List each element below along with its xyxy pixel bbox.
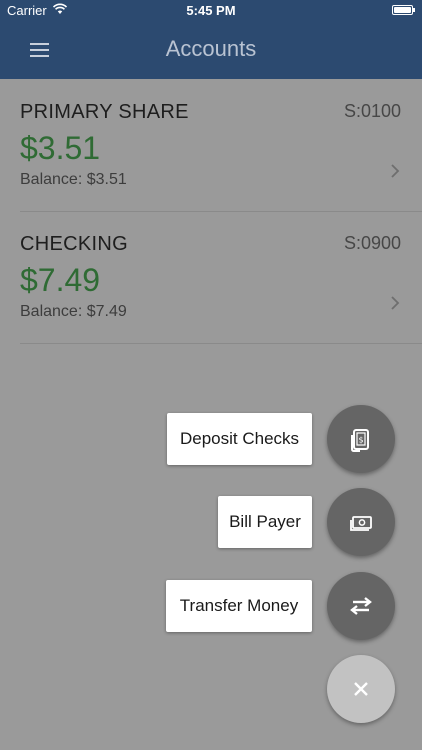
account-id: S:0100 — [343, 101, 401, 121]
accounts-screen: Carrier 5:45 PM Accounts PRIMARY SHARE S… — [0, 0, 422, 750]
account-name: PRIMARY SHARE — [20, 101, 189, 123]
bill-payer-button[interactable]: Bill Payer — [218, 496, 312, 548]
close-icon — [354, 682, 368, 696]
account-row-primary-share[interactable]: PRIMARY SHARE S:0100 $3.51 Balance: $3.5… — [0, 80, 422, 212]
account-name: CHECKING — [20, 233, 128, 255]
deposit-checks-fab[interactable]: $ — [327, 405, 395, 473]
bill-payer-fab[interactable] — [327, 488, 395, 556]
account-amount: $7.49 — [20, 262, 101, 298]
close-fab-button[interactable] — [327, 655, 395, 723]
account-row-checking[interactable]: CHECKING S:0900 $7.49 Balance: $7.49 — [0, 212, 422, 344]
transfer-money-fab[interactable] — [327, 572, 395, 640]
page-title: Accounts — [165, 36, 257, 61]
cash-icon — [350, 516, 372, 531]
status-time: 5:45 PM — [186, 3, 236, 18]
transfer-money-button[interactable]: Transfer Money — [166, 580, 312, 632]
account-balance: Balance: $3.51 — [20, 171, 127, 188]
account-amount: $3.51 — [20, 130, 101, 166]
deposit-checks-button[interactable]: Deposit Checks — [167, 413, 312, 465]
deposit-check-icon: $ — [351, 429, 369, 452]
battery-icon — [392, 5, 413, 15]
battery-tip — [413, 8, 415, 12]
transfer-arrows-icon — [350, 597, 372, 615]
status-bar: Carrier 5:45 PM — [0, 0, 422, 22]
navigation-bar: Accounts — [0, 22, 422, 79]
account-id: S:0900 — [343, 233, 401, 253]
chevron-right-icon — [391, 164, 400, 178]
divider — [20, 343, 422, 344]
chevron-right-icon — [391, 296, 400, 310]
account-balance: Balance: $7.49 — [20, 303, 127, 320]
svg-text:$: $ — [358, 436, 363, 445]
